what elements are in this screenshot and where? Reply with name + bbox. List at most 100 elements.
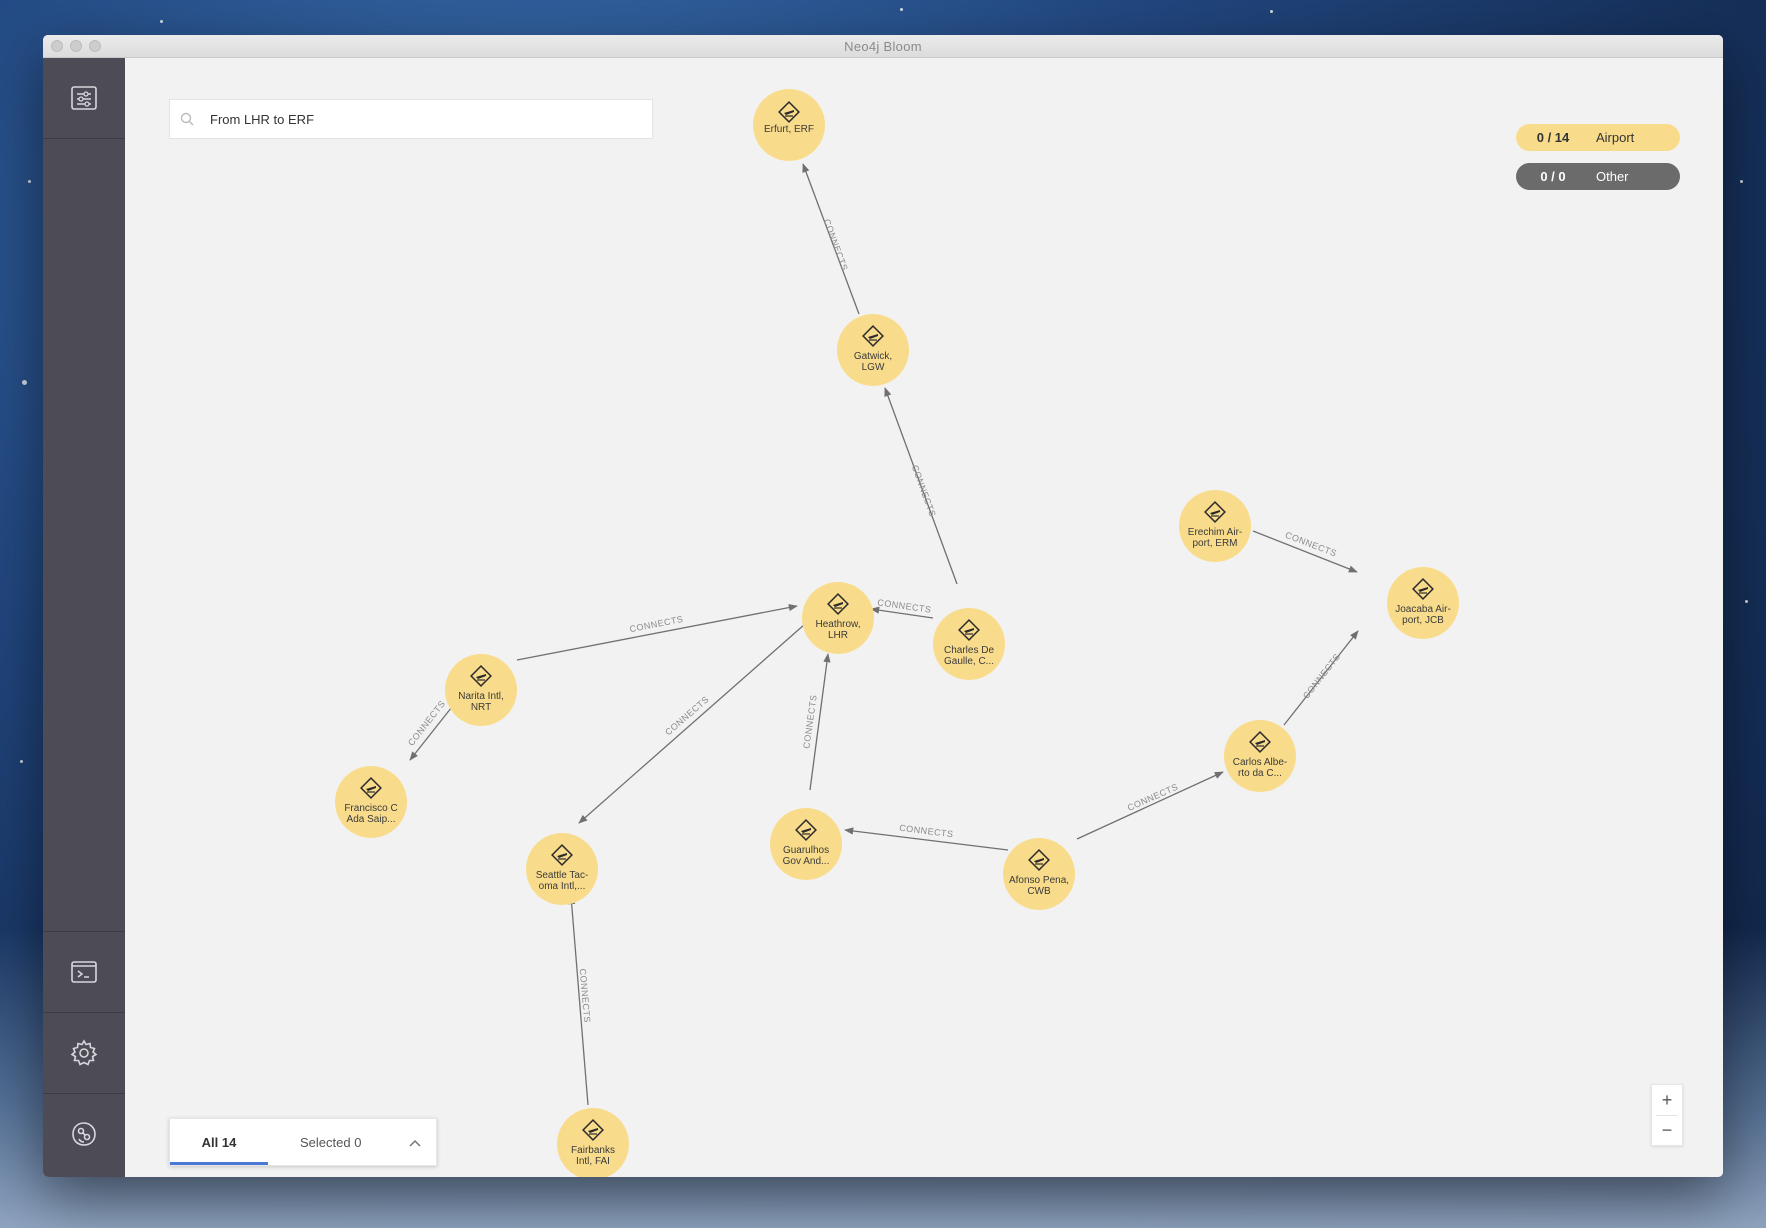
legend-airport[interactable]: 0 / 14 Airport: [1516, 124, 1680, 151]
legend-airport-count: 0 / 14: [1536, 130, 1570, 145]
node-label: LGW: [862, 362, 885, 373]
node-label: port, JCB: [1402, 615, 1444, 626]
node-lgw[interactable]: Gatwick, LGW: [837, 314, 909, 386]
edge-label: CONNECTS: [877, 597, 932, 614]
node-label: Carlos Albe-: [1233, 757, 1287, 768]
star: [1270, 10, 1273, 13]
edge-label: CONNECTS: [663, 694, 711, 737]
edge-cac-jcb[interactable]: CONNECTS: [1283, 630, 1359, 726]
graph-canvas[interactable]: CONNECTS CONNECTS CONNECTS CONNECTS CONN…: [125, 58, 1723, 1177]
star: [900, 8, 903, 11]
node-label: Gov And...: [783, 856, 830, 867]
query-editor-button[interactable]: [43, 932, 125, 1012]
edge-cwb-cac[interactable]: CONNECTS: [1076, 771, 1224, 840]
edge-gru-lhr[interactable]: CONNECTS: [801, 653, 831, 791]
node-label: Francisco C: [344, 803, 397, 814]
tab-selected[interactable]: Selected 0: [300, 1119, 361, 1166]
star: [1740, 180, 1743, 183]
node-circle: [445, 654, 517, 726]
node-sea[interactable]: Seattle Tac- oma Intl,...: [526, 833, 598, 905]
title-bar: Neo4j Bloom: [43, 35, 1723, 58]
node-circle: [1003, 838, 1075, 910]
node-fcas[interactable]: Francisco C Ada Saip...: [335, 766, 407, 838]
node-label: Guarulhos: [783, 845, 829, 856]
node-label: NRT: [471, 702, 491, 713]
zoom-out-button[interactable]: −: [1652, 1115, 1682, 1145]
edge-label: CONNECTS: [899, 823, 954, 840]
legend-other[interactable]: 0 / 0 Other: [1516, 163, 1680, 190]
about-button[interactable]: [43, 1094, 125, 1174]
edge-erm-jcb[interactable]: CONNECTS: [1252, 530, 1358, 573]
node-label: Erfurt, ERF: [764, 124, 814, 135]
node-erf[interactable]: Erfurt, ERF: [753, 89, 825, 161]
edge-lgw-erf[interactable]: CONNECTS: [802, 163, 860, 315]
node-erm[interactable]: Erechim Air- port, ERM: [1179, 490, 1251, 562]
node-label: CWB: [1027, 886, 1051, 897]
node-label: Joacaba Air-: [1395, 604, 1451, 615]
edge-label: CONNECTS: [1126, 782, 1180, 813]
node-label: Narita Intl,: [458, 691, 504, 702]
node-circle: [837, 314, 909, 386]
node-label: Gatwick,: [854, 351, 892, 362]
node-circle: [335, 766, 407, 838]
star: [20, 760, 23, 763]
node-lhr[interactable]: Heathrow, LHR: [802, 582, 874, 654]
active-tab-indicator: [170, 1162, 268, 1165]
node-cdg[interactable]: Charles De Gaulle, C...: [933, 608, 1005, 680]
node-circle: [1224, 720, 1296, 792]
edge-fai-sea[interactable]: CONNECTS: [568, 895, 593, 1106]
gear-icon: [70, 1039, 98, 1066]
edge-label: CONNECTS: [910, 464, 938, 519]
perspective-button[interactable]: [43, 58, 125, 138]
node-fai[interactable]: Fairbanks Intl, FAI: [557, 1108, 629, 1177]
edge-label: CONNECTS: [1301, 652, 1342, 701]
node-label: Seattle Tac-: [536, 870, 589, 881]
legend-other-count: 0 / 0: [1540, 169, 1566, 184]
node-label: Charles De: [944, 645, 994, 656]
edge-label: CONNECTS: [578, 968, 593, 1023]
filter-settings-icon: [71, 86, 97, 110]
node-nrt[interactable]: Narita Intl, NRT: [445, 654, 517, 726]
zoom-controls: + −: [1651, 1084, 1683, 1146]
zoom-in-button[interactable]: +: [1652, 1085, 1682, 1115]
results-panel: All 14 Selected 0: [169, 1118, 437, 1166]
star: [160, 20, 163, 23]
terminal-icon: [71, 961, 97, 983]
node-cac[interactable]: Carlos Albe- rto da C...: [1224, 720, 1296, 792]
node-circle: [526, 833, 598, 905]
edge-label: CONNECTS: [629, 614, 684, 634]
sidebar-divider: [43, 138, 125, 139]
star: [28, 180, 31, 183]
search-bar[interactable]: From LHR to ERF: [169, 99, 653, 139]
legend-airport-label: Airport: [1596, 130, 1635, 145]
edge-cdg-lgw[interactable]: CONNECTS: [884, 387, 958, 585]
chevron-up-icon[interactable]: [406, 1134, 424, 1152]
node-circle: [770, 808, 842, 880]
search-icon: [180, 112, 202, 126]
node-jcb[interactable]: Joacaba Air- port, JCB: [1387, 567, 1459, 639]
node-circle: [1387, 567, 1459, 639]
node-gru[interactable]: Guarulhos Gov And...: [770, 808, 842, 880]
node-label: Fairbanks: [571, 1145, 615, 1156]
search-input[interactable]: From LHR to ERF: [210, 112, 314, 127]
settings-button[interactable]: [43, 1013, 125, 1093]
node-label: Ada Saip...: [347, 814, 396, 825]
edge-lhr-sea[interactable]: CONNECTS: [578, 623, 806, 824]
node-label: Intl, FAI: [576, 1156, 610, 1167]
graph-scene[interactable]: CONNECTS CONNECTS CONNECTS CONNECTS CONN…: [125, 58, 1723, 1177]
node-circle: [1179, 490, 1251, 562]
node-cwb[interactable]: Afonso Pena, CWB: [1003, 838, 1075, 910]
edge-cwb-gru[interactable]: CONNECTS: [844, 823, 1009, 851]
node-circle: [933, 608, 1005, 680]
node-label: Gaulle, C...: [944, 656, 994, 667]
node-circle: [802, 582, 874, 654]
star: [22, 380, 27, 385]
edge-cdg-lhr[interactable]: CONNECTS: [870, 597, 934, 619]
tab-all[interactable]: All 14: [170, 1119, 268, 1166]
node-label: Erechim Air-: [1188, 527, 1242, 538]
edge-nrt-lhr[interactable]: CONNECTS: [516, 603, 798, 661]
neo4j-logo-icon: [72, 1122, 96, 1146]
node-label: LHR: [828, 630, 848, 641]
node-label: Heathrow,: [815, 619, 860, 630]
app-window: Neo4j Bloom CONNECTS CONNECTS CONNECTS C…: [43, 35, 1723, 1177]
